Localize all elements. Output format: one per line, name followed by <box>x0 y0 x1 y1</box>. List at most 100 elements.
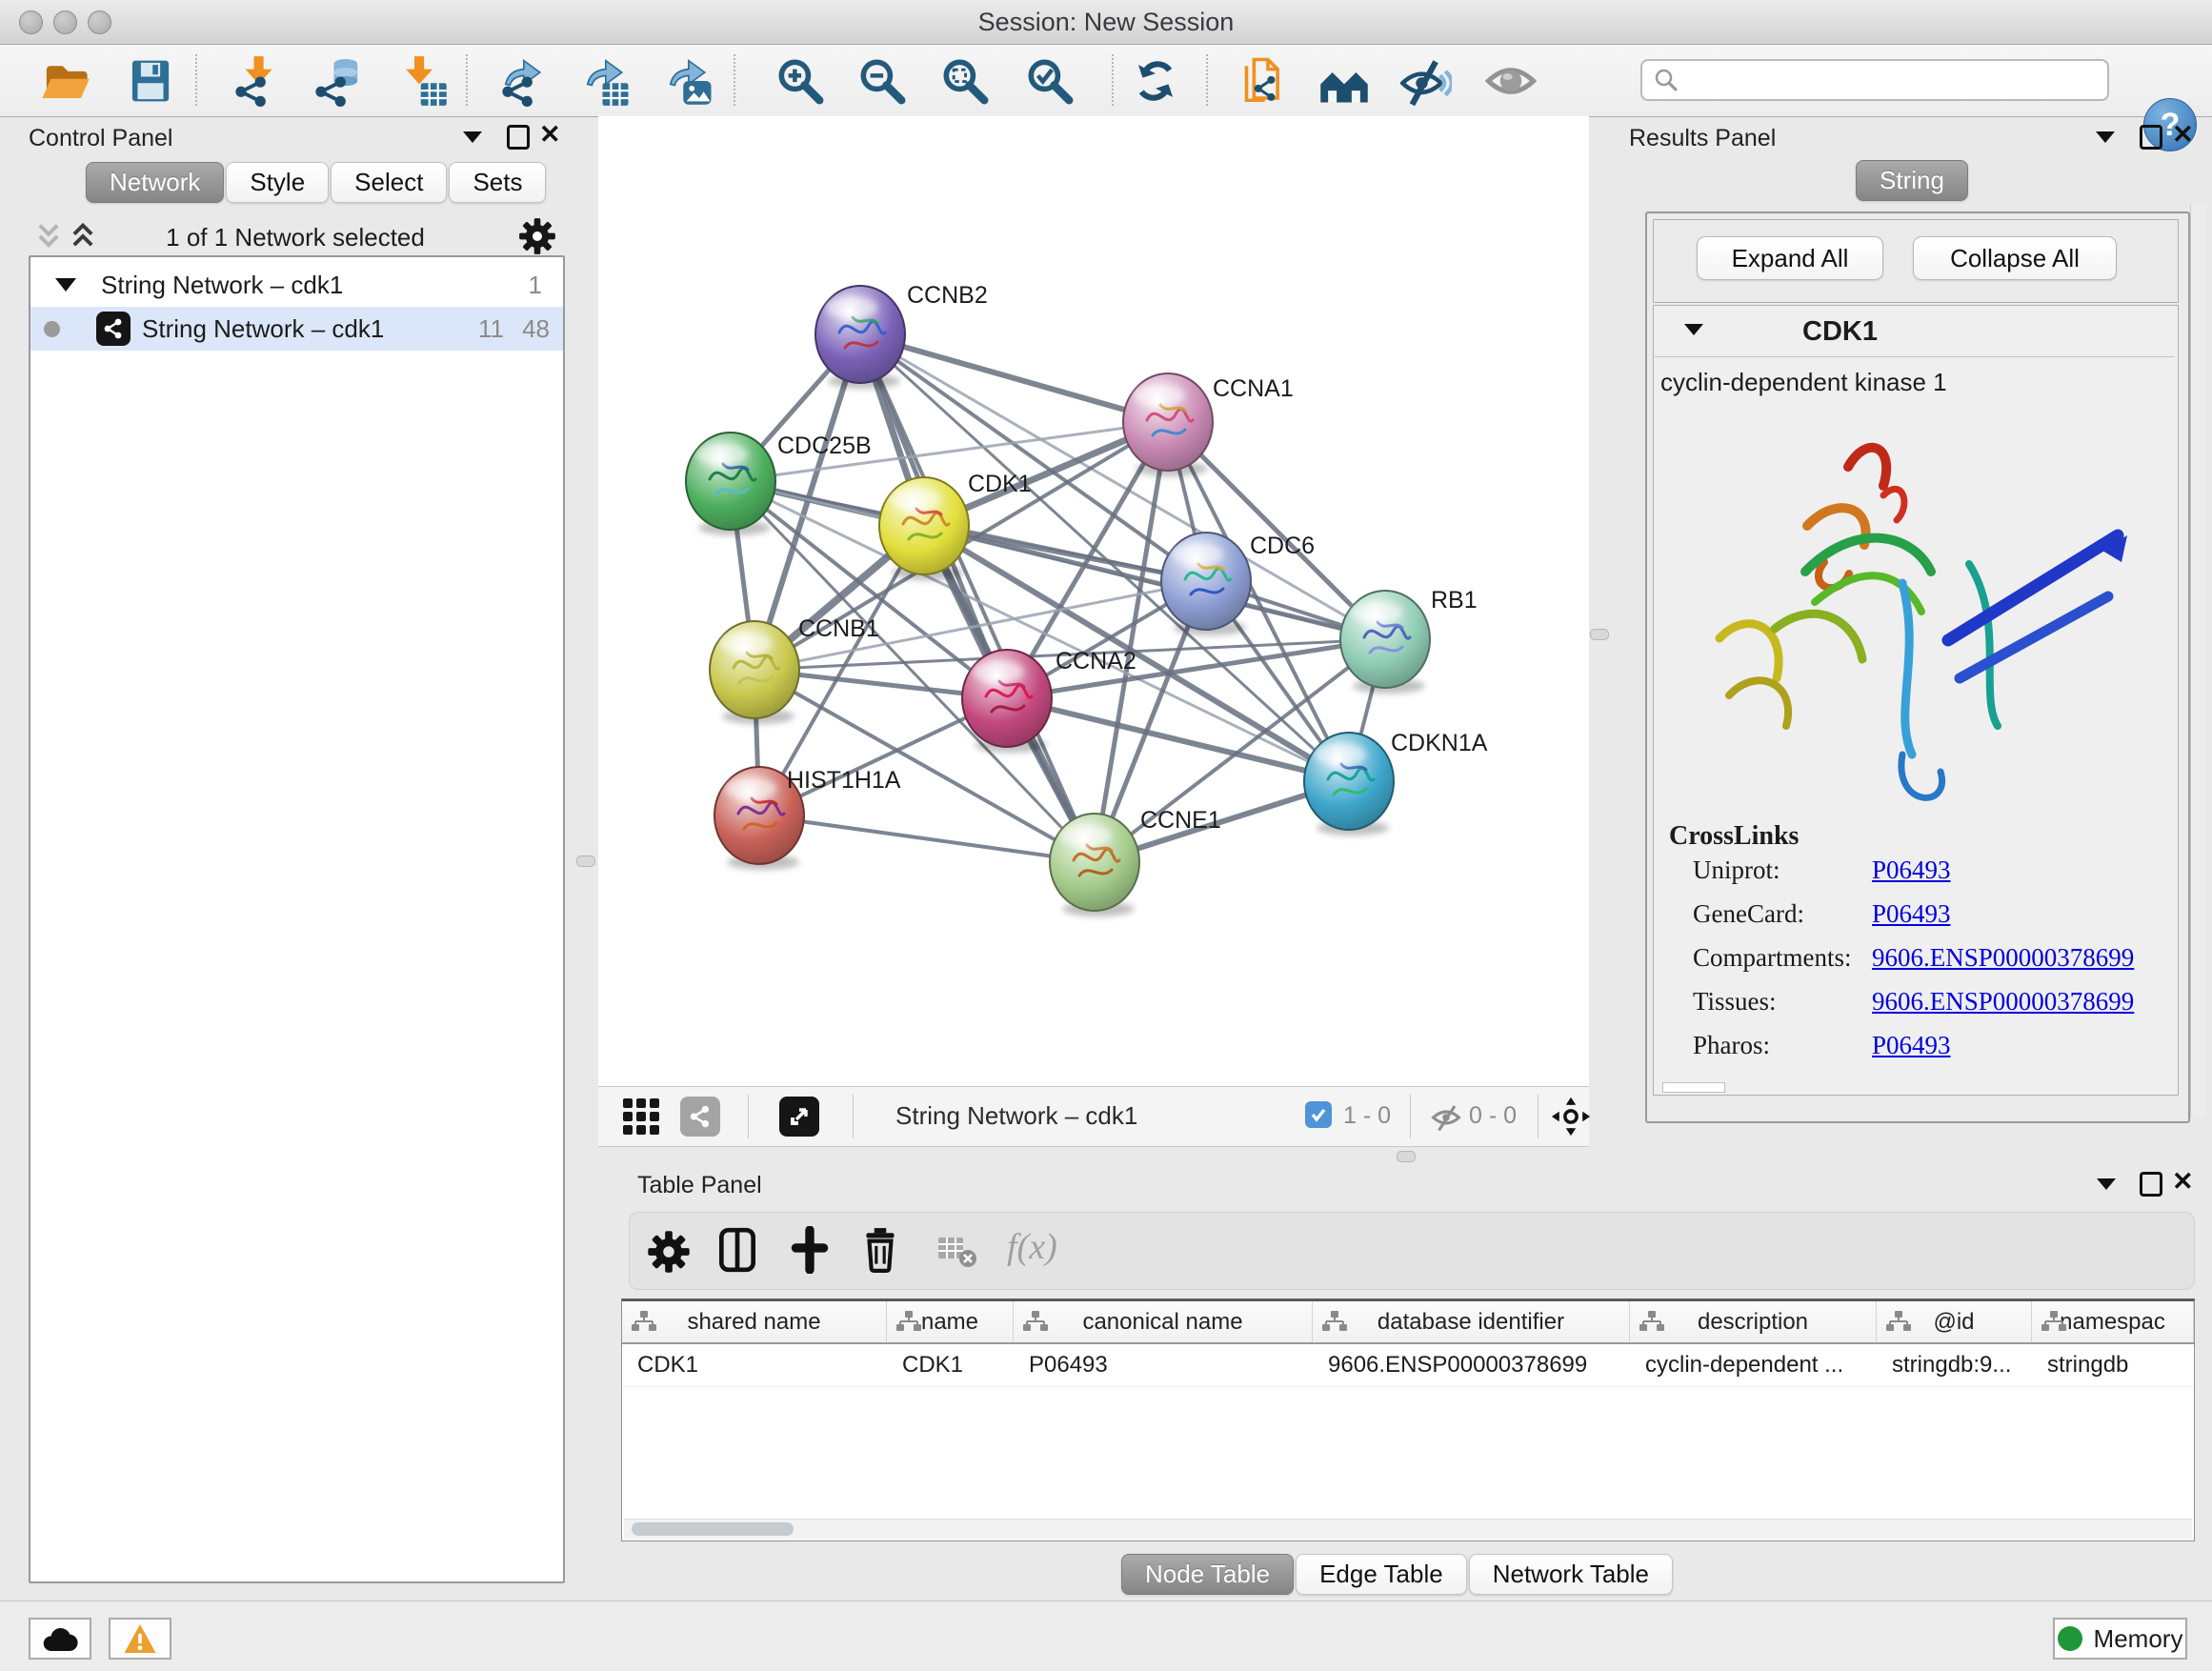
share-document-button[interactable] <box>1229 50 1290 111</box>
table-cell[interactable]: stringdb <box>2032 1344 2194 1386</box>
collapse-all-button[interactable]: Collapse All <box>1913 236 2117 280</box>
column-header-description[interactable]: description <box>1630 1301 1877 1342</box>
right-splitter-handle[interactable] <box>1590 629 1609 640</box>
add-column-icon[interactable] <box>786 1226 834 1274</box>
table-tabs: Node TableEdge TableNetwork Table <box>1121 1554 1675 1595</box>
control-panel-menu-icon[interactable] <box>463 131 482 143</box>
cloud-button[interactable] <box>29 1618 91 1660</box>
network-node-CCNA2[interactable]: CCNA2 <box>962 648 1136 753</box>
tab-network-table[interactable]: Network Table <box>1469 1554 1673 1595</box>
search-input[interactable] <box>1680 66 2107 94</box>
node-label: CDC6 <box>1250 533 1315 559</box>
import-table-button[interactable] <box>392 50 453 111</box>
crosslink-value[interactable]: P06493 <box>1872 1031 1951 1060</box>
export-network-button[interactable] <box>494 50 555 111</box>
crosslink-row: Compartments: 9606.ENSP00000378699 <box>1693 943 2169 987</box>
warning-button[interactable] <box>109 1618 171 1660</box>
results-panel-close-icon[interactable]: ✕ <box>2172 125 2194 144</box>
expand-all-icon[interactable] <box>69 221 97 252</box>
column-header--id[interactable]: @id <box>1877 1301 2032 1342</box>
crosslink-value[interactable]: P06493 <box>1872 856 1951 885</box>
network-node-CCNE1[interactable]: CCNE1 <box>1050 807 1221 916</box>
entry-collapse-icon[interactable] <box>1684 324 1703 335</box>
refresh-view-button[interactable] <box>1125 50 1186 111</box>
show-columns-icon[interactable] <box>714 1226 761 1274</box>
tab-network[interactable]: Network <box>86 162 224 203</box>
table-panel-close-icon[interactable]: ✕ <box>2172 1172 2194 1191</box>
table-panel-menu-icon[interactable] <box>2097 1178 2116 1190</box>
hide-panel-button[interactable] <box>1396 50 1457 111</box>
column-header-name[interactable]: name <box>887 1301 1014 1342</box>
column-header-shared-name[interactable]: shared name <box>622 1301 887 1342</box>
results-vertical-scrollbar[interactable] <box>2190 205 2205 1117</box>
open-session-button[interactable] <box>34 50 95 111</box>
column-header-database-identifier[interactable]: database identifier <box>1313 1301 1630 1342</box>
grid-mode-icon[interactable] <box>623 1098 661 1137</box>
tab-style[interactable]: Style <box>226 162 329 203</box>
table-cell[interactable]: cyclin-dependent ... <box>1630 1344 1877 1386</box>
control-panel-float-icon[interactable] <box>507 125 530 150</box>
network-row-selected[interactable]: String Network – cdk1 11 48 <box>30 307 563 351</box>
selected-counts: 1 - 0 <box>1343 1102 1391 1130</box>
crosslink-value[interactable]: P06493 <box>1872 899 1951 929</box>
network-node-CDKN1A[interactable]: CDKN1A <box>1304 730 1488 836</box>
node-label: CDKN1A <box>1391 730 1488 756</box>
delete-column-icon[interactable] <box>856 1226 904 1274</box>
expand-all-button[interactable]: Expand All <box>1697 236 1883 280</box>
table-cell[interactable]: P06493 <box>1014 1344 1313 1386</box>
tab-edge-table[interactable]: Edge Table <box>1296 1554 1467 1595</box>
import-database-button[interactable] <box>308 50 369 111</box>
network-node-CDK1[interactable]: CDK1 <box>879 471 1032 580</box>
tab-select[interactable]: Select <box>331 162 447 203</box>
left-splitter-handle[interactable] <box>576 856 595 867</box>
birdseye-view-icon[interactable] <box>779 1097 819 1137</box>
export-table-button[interactable] <box>576 50 637 111</box>
results-mini-scrollbar[interactable] <box>1662 1082 1725 1093</box>
crosslink-value[interactable]: 9606.ENSP00000378699 <box>1872 943 2134 973</box>
network-node-HIST1H1A[interactable]: HIST1H1A <box>714 767 901 870</box>
column-header-canonical-name[interactable]: canonical name <box>1014 1301 1313 1342</box>
table-cell[interactable]: CDK1 <box>887 1344 1014 1386</box>
table-row[interactable]: CDK1CDK1P064939606.ENSP00000378699cyclin… <box>622 1344 2194 1387</box>
control-panel-gear-icon[interactable] <box>518 217 556 260</box>
home-layout-button[interactable] <box>1314 50 1375 111</box>
tab-string[interactable]: String <box>1856 160 1968 201</box>
node-position-icon[interactable] <box>1551 1097 1591 1137</box>
tab-node-table[interactable]: Node Table <box>1121 1554 1294 1595</box>
network-canvas[interactable]: CCNB2 CCNA1 CDC25B <box>598 116 1589 1086</box>
string-share-icon[interactable] <box>680 1097 720 1137</box>
table-panel-float-icon[interactable] <box>2140 1172 2162 1197</box>
memory-button[interactable]: Memory <box>2053 1618 2187 1660</box>
table-horizontal-scrollbar[interactable] <box>624 1519 2192 1539</box>
search-field[interactable] <box>1640 59 2109 101</box>
control-panel-close-icon[interactable]: ✕ <box>539 125 561 144</box>
tab-sets[interactable]: Sets <box>449 162 546 203</box>
import-network-button[interactable] <box>228 50 289 111</box>
network-collection-row[interactable]: String Network – cdk1 1 <box>30 263 563 307</box>
save-session-button[interactable] <box>120 50 181 111</box>
zoom-in-button[interactable] <box>770 50 831 111</box>
node-label: CDC25B <box>777 433 872 459</box>
hidden-eye-icon <box>1429 1100 1463 1135</box>
zoom-selected-button[interactable] <box>1019 50 1080 111</box>
zoom-out-button[interactable] <box>852 50 913 111</box>
selected-checkbox-icon[interactable] <box>1305 1101 1332 1128</box>
table-cell[interactable]: 9606.ENSP00000378699 <box>1313 1344 1630 1386</box>
network-node-RB1[interactable]: RB1 <box>1340 587 1478 694</box>
network-view-title: String Network – cdk1 <box>895 1101 1137 1131</box>
show-panel-button[interactable] <box>1480 50 1541 111</box>
results-panel-float-icon[interactable] <box>2140 125 2162 150</box>
clear-table-icon[interactable] <box>936 1234 978 1270</box>
table-settings-gear-icon[interactable] <box>647 1230 691 1278</box>
results-panel-menu-icon[interactable] <box>2096 131 2115 143</box>
column-header-namespac[interactable]: namespac <box>2032 1301 2194 1342</box>
export-image-button[interactable] <box>659 50 720 111</box>
bottom-splitter-handle[interactable] <box>1397 1151 1416 1162</box>
collapse-all-icon[interactable] <box>34 221 63 252</box>
toolbar-separator <box>1206 54 1208 106</box>
tree-expander-icon[interactable] <box>55 278 76 292</box>
table-cell[interactable]: stringdb:9... <box>1877 1344 2032 1386</box>
crosslink-value[interactable]: 9606.ENSP00000378699 <box>1872 987 2134 1017</box>
table-cell[interactable]: CDK1 <box>622 1344 887 1386</box>
zoom-fit-button[interactable] <box>935 50 995 111</box>
